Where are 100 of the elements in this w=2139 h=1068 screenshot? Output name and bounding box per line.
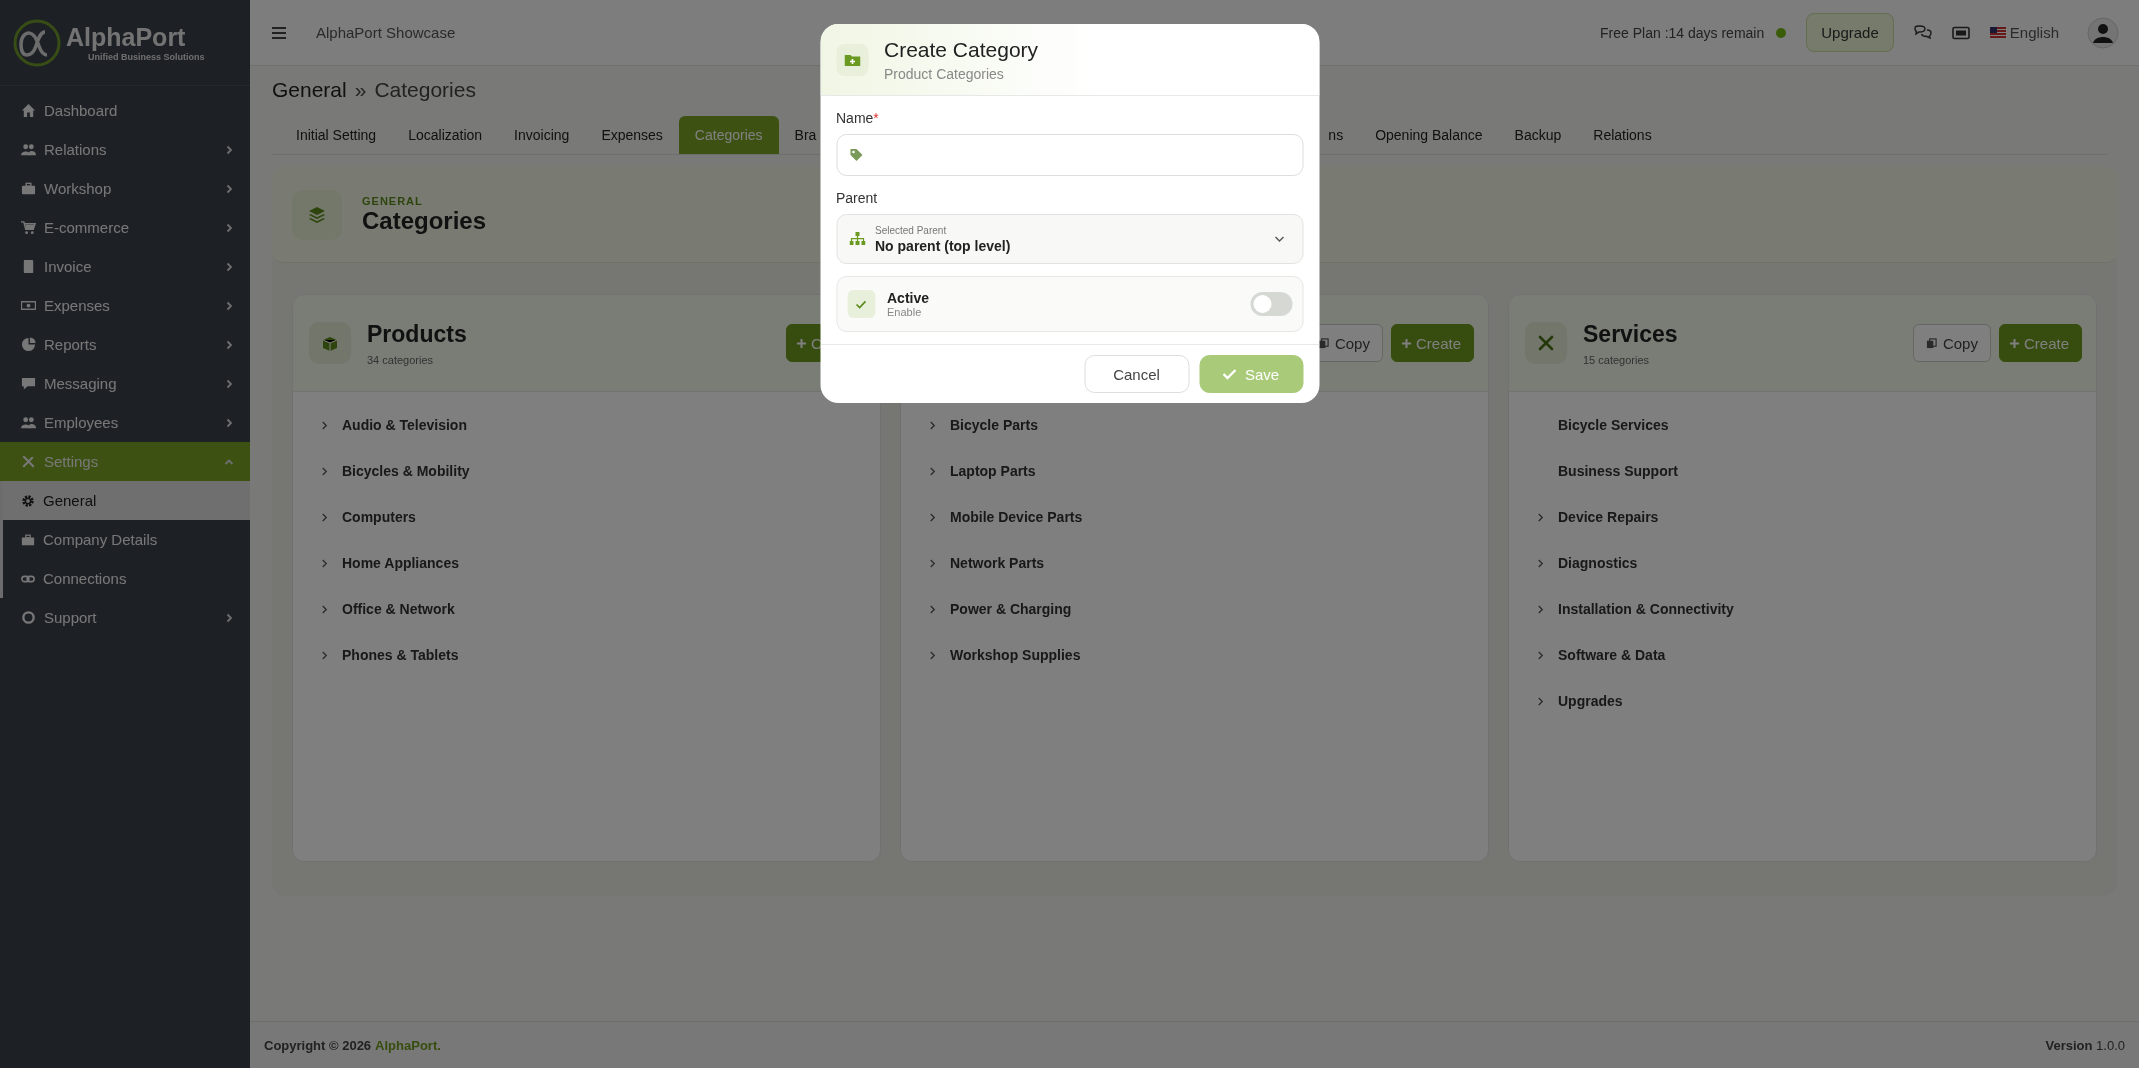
category-item[interactable]: Bicycle Services bbox=[1537, 402, 2096, 448]
folder-plus-icon bbox=[836, 43, 868, 76]
active-toggle[interactable] bbox=[1250, 292, 1292, 316]
chevron-right-icon bbox=[224, 261, 234, 272]
copy-icon bbox=[1925, 337, 1937, 349]
category-item[interactable]: Diagnostics bbox=[1537, 540, 2096, 586]
plus-icon bbox=[1400, 337, 1412, 349]
chevron-right-icon bbox=[224, 417, 234, 428]
category-item[interactable]: Laptop Parts bbox=[929, 448, 1488, 494]
category-item[interactable]: Computers bbox=[321, 494, 880, 540]
sidebar-item[interactable]: Reports bbox=[0, 325, 250, 364]
briefcase-icon bbox=[21, 181, 36, 196]
chevron-right-icon bbox=[1537, 604, 1544, 614]
chat-icon[interactable] bbox=[1913, 24, 1932, 41]
category-item[interactable]: Software & Data bbox=[1537, 632, 2096, 678]
tab[interactable]: Invoicing bbox=[498, 116, 586, 154]
chevron-right-icon bbox=[321, 604, 328, 614]
plus-icon bbox=[796, 337, 807, 349]
section-kicker: GENERAL bbox=[362, 194, 424, 207]
sidebar-subitem[interactable]: Connections bbox=[3, 559, 250, 598]
category-item[interactable]: Business Support bbox=[1537, 448, 2096, 494]
category-item[interactable]: Installation & Connectivity bbox=[1537, 586, 2096, 632]
upgrade-button[interactable]: Upgrade bbox=[1806, 13, 1894, 52]
sidebar-subitem[interactable]: Company Details bbox=[3, 520, 250, 559]
category-item[interactable]: Bicycles & Mobility bbox=[321, 448, 880, 494]
category-item[interactable]: Home Appliances bbox=[321, 540, 880, 586]
category-item[interactable]: Network Parts bbox=[929, 540, 1488, 586]
briefcase-icon bbox=[21, 532, 35, 547]
tab[interactable]: Categories bbox=[678, 116, 779, 154]
chevron-right-icon bbox=[1537, 696, 1544, 706]
sitemap-icon bbox=[849, 232, 865, 246]
category-item[interactable]: Power & Charging bbox=[929, 586, 1488, 632]
language-selector[interactable]: English bbox=[1989, 24, 2059, 41]
gear-icon bbox=[21, 493, 35, 508]
avatar-icon[interactable] bbox=[2087, 16, 2119, 49]
create-button[interactable]: Create bbox=[1390, 324, 1474, 362]
category-item[interactable]: Audio & Television bbox=[321, 402, 880, 448]
parent-select[interactable]: Selected Parent No parent (top level) bbox=[836, 214, 1303, 264]
tab[interactable]: Opening Balance bbox=[1359, 116, 1499, 154]
create-button[interactable]: Create bbox=[1998, 324, 2082, 362]
app-title: AlphaPort Showcase bbox=[316, 24, 456, 41]
tab[interactable]: Relations bbox=[1577, 116, 1668, 154]
chevron-right-icon bbox=[929, 512, 936, 522]
sidebar-item[interactable]: Dashboard bbox=[0, 91, 250, 130]
tag-icon bbox=[849, 148, 863, 162]
category-item[interactable]: Bicycle Parts bbox=[929, 402, 1488, 448]
box-icon bbox=[309, 322, 351, 364]
users-icon bbox=[21, 415, 36, 430]
sidebar-item[interactable]: Workshop bbox=[0, 169, 250, 208]
copyright-text: Copyright © 2026 bbox=[264, 1037, 372, 1053]
sidebar-item[interactable]: Expenses bbox=[0, 286, 250, 325]
cancel-button[interactable]: Cancel bbox=[1084, 355, 1189, 393]
sidebar-item[interactable]: Relations bbox=[0, 130, 250, 169]
version-text: Version 1.0.0 bbox=[2045, 1037, 2125, 1053]
tab[interactable]: Expenses bbox=[585, 116, 679, 154]
chevron-right-icon bbox=[224, 612, 234, 623]
chevron-right-icon bbox=[224, 300, 234, 311]
breadcrumb: General » Categories bbox=[272, 78, 476, 102]
category-item[interactable]: Workshop Supplies bbox=[929, 632, 1488, 678]
chevron-right-icon bbox=[929, 420, 936, 430]
category-count: 15 categories bbox=[1583, 353, 1651, 366]
check-icon bbox=[847, 290, 875, 318]
setting-label: Active bbox=[887, 290, 931, 306]
section-title: Categories bbox=[362, 206, 487, 235]
plan-status: Free Plan :14 days remain bbox=[1600, 24, 1765, 41]
chevron-right-icon bbox=[1537, 512, 1544, 522]
sidebar-item[interactable]: Employees bbox=[0, 403, 250, 442]
tab[interactable]: Localization bbox=[392, 116, 499, 154]
category-item[interactable]: Device Repairs bbox=[1537, 494, 2096, 540]
category-item[interactable]: Mobile Device Parts bbox=[929, 494, 1488, 540]
dialog-subtitle: Product Categories bbox=[884, 65, 1005, 82]
sidebar-item[interactable]: Invoice bbox=[0, 247, 250, 286]
copy-button[interactable]: Copy bbox=[1912, 324, 1991, 362]
plus-icon bbox=[2008, 337, 2020, 349]
chevron-right-icon bbox=[929, 558, 936, 568]
status-dot bbox=[1776, 27, 1787, 38]
category-item[interactable]: Office & Network bbox=[321, 586, 880, 632]
menu-icon[interactable] bbox=[272, 26, 286, 39]
check-icon bbox=[1222, 368, 1237, 380]
chevron-right-icon bbox=[1537, 650, 1544, 660]
sidebar-item[interactable]: Messaging bbox=[0, 364, 250, 403]
field-label: Name* bbox=[836, 110, 880, 126]
ticket-icon[interactable] bbox=[1951, 25, 1970, 40]
sidebar-item[interactable]: E-commerce bbox=[0, 208, 250, 247]
sidebar-subitem[interactable]: General bbox=[3, 481, 250, 520]
tab[interactable]: Initial Setting bbox=[280, 116, 393, 154]
setting-hint: Enable bbox=[887, 306, 923, 318]
brand-name: AlphaPort bbox=[66, 23, 187, 52]
pie-icon bbox=[21, 337, 36, 352]
category-item[interactable]: Upgrades bbox=[1537, 678, 2096, 724]
category-item[interactable]: Phones & Tablets bbox=[321, 632, 880, 678]
flag-icon bbox=[1989, 27, 2006, 38]
chevron-right-icon bbox=[224, 378, 234, 389]
home-icon bbox=[21, 103, 36, 118]
sidebar-item[interactable]: Support bbox=[0, 598, 250, 637]
cart-icon bbox=[21, 220, 36, 235]
category-count: 34 categories bbox=[367, 353, 435, 366]
layers-icon bbox=[292, 189, 342, 240]
tab[interactable]: Backup bbox=[1498, 116, 1578, 154]
chevron-right-icon bbox=[224, 183, 234, 194]
